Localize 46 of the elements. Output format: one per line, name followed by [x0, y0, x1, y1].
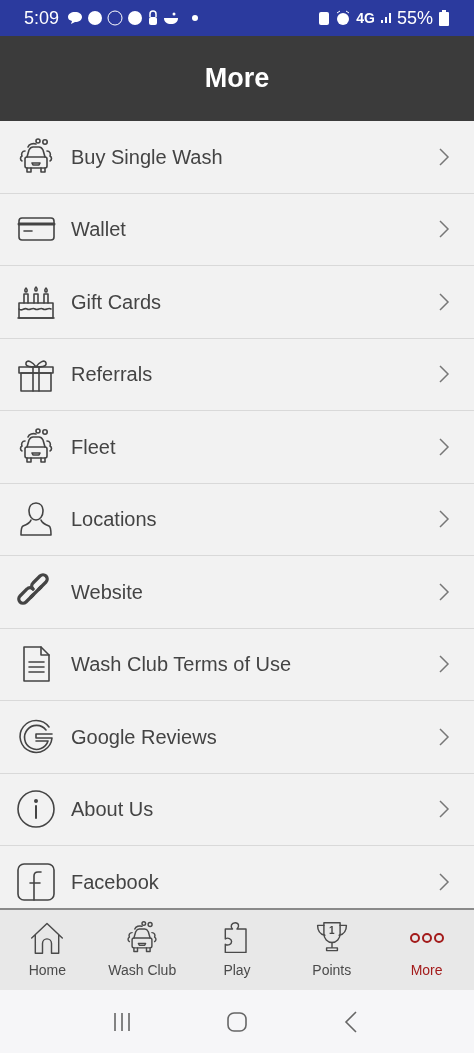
- chevron-right-icon: [438, 871, 450, 892]
- battery-icon: [438, 10, 450, 26]
- facebook-icon: [16, 861, 56, 902]
- chat-bubble-icon: [67, 10, 84, 26]
- circle-icon: [127, 10, 144, 26]
- circle-outline-icon: [107, 10, 124, 26]
- menu-item[interactable]: Wallet: [0, 193, 474, 266]
- page-title: More: [204, 62, 270, 96]
- menu-item[interactable]: Referrals: [0, 338, 474, 411]
- nav-tab[interactable]: More: [379, 910, 474, 990]
- bowl-icon: [163, 10, 180, 26]
- chevron-right-icon: [438, 799, 450, 820]
- network-type: 4G: [356, 8, 375, 28]
- lock-icon: [147, 10, 160, 26]
- signal-icon: [379, 12, 392, 24]
- menu-item[interactable]: Locations: [0, 483, 474, 556]
- menu-item[interactable]: Gift Cards: [0, 266, 474, 339]
- chevron-right-icon: [438, 654, 450, 675]
- menu-item[interactable]: Buy Single Wash: [0, 121, 474, 194]
- chevron-right-icon: [438, 581, 450, 602]
- alarm-icon: [335, 10, 352, 26]
- menu-item[interactable]: Wash Club Terms of Use: [0, 628, 474, 701]
- menu-item[interactable]: Google Reviews: [0, 701, 474, 774]
- chevron-right-icon: [438, 509, 450, 530]
- more-dots-icon: [408, 932, 445, 943]
- home-icon[interactable]: [225, 1009, 249, 1034]
- chevron-right-icon: [438, 436, 450, 457]
- menu-item[interactable]: About Us: [0, 773, 474, 846]
- circle-icon: [87, 10, 104, 26]
- nav-tab[interactable]: Home: [0, 910, 95, 990]
- trophy-number: 1: [328, 925, 336, 936]
- info-icon: [16, 789, 56, 830]
- battery-percent: 55%: [396, 6, 433, 30]
- chevron-right-icon: [438, 364, 450, 385]
- nav-tab[interactable]: Play: [189, 910, 285, 990]
- battery-saver-icon: [318, 10, 331, 26]
- nav-tab[interactable]: Wash Club: [94, 910, 190, 990]
- nav-tab[interactable]: 1 Points: [284, 910, 380, 990]
- chevron-right-icon: [438, 291, 450, 312]
- chevron-right-icon: [438, 146, 450, 167]
- menu-item[interactable]: Fleet: [0, 411, 474, 484]
- dot-icon: [191, 14, 200, 22]
- menu-item[interactable]: Website: [0, 556, 474, 629]
- chevron-right-icon: [438, 726, 450, 747]
- clock-time: 5:09: [24, 6, 60, 30]
- chevron-right-icon: [438, 219, 450, 240]
